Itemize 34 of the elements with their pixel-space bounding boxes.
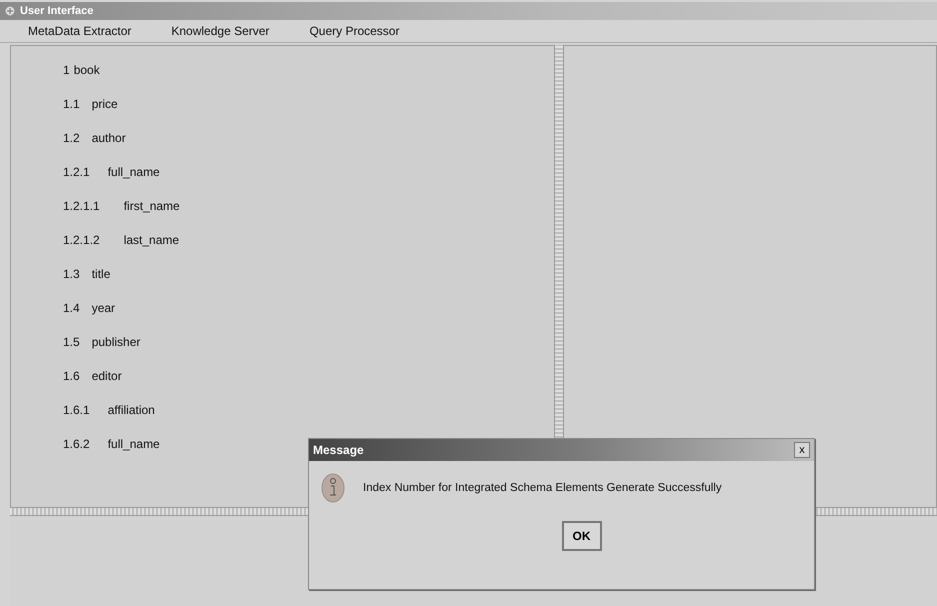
node-number: 1.2.1.2 <box>63 233 100 247</box>
menu-item[interactable]: Query Processor <box>309 24 400 38</box>
menu-item[interactable]: Knowledge Server <box>171 24 270 38</box>
node-number: 1 <box>63 63 70 77</box>
tree-node[interactable]: author <box>92 131 126 145</box>
menu-item[interactable]: MetaData Extractor <box>28 24 132 38</box>
tree-node[interactable]: title <box>92 267 110 281</box>
node-number: 1.1 <box>63 97 80 111</box>
message-text: Index Number for Integrated Schema Elements Generate Successfully <box>363 482 722 494</box>
node-number: 1.6.2 <box>63 437 90 451</box>
app-icon <box>4 5 16 17</box>
tree-node[interactable]: publisher <box>92 335 140 349</box>
close-button[interactable]: x <box>794 442 810 458</box>
node-number: 1.2.1.1 <box>63 199 100 213</box>
ok-button[interactable]: OK <box>562 521 602 551</box>
info-icon <box>321 473 345 503</box>
window-title: User Interface <box>20 5 94 17</box>
node-number: 1.4 <box>63 301 80 315</box>
tree-node[interactable]: affiliation <box>108 403 155 417</box>
tree-node[interactable]: price <box>92 97 118 111</box>
node-number: 1.6.1 <box>63 403 90 417</box>
node-number: 1.6 <box>63 369 80 383</box>
tree-node[interactable]: full_name <box>108 437 160 451</box>
node-number: 1.3 <box>63 267 80 281</box>
tree-node[interactable]: full_name <box>108 165 160 179</box>
tree-node[interactable]: book <box>74 63 100 77</box>
tree-node[interactable]: first_name <box>124 199 180 213</box>
tree-node[interactable]: last_name <box>124 233 180 247</box>
tree-node[interactable]: editor <box>92 369 122 383</box>
dialog-title: Message <box>313 443 364 457</box>
tree-node[interactable]: year <box>92 301 116 315</box>
node-number: 1.2.1 <box>63 165 90 179</box>
node-number: 1.2 <box>63 131 80 145</box>
node-number: 1.5 <box>63 335 80 349</box>
